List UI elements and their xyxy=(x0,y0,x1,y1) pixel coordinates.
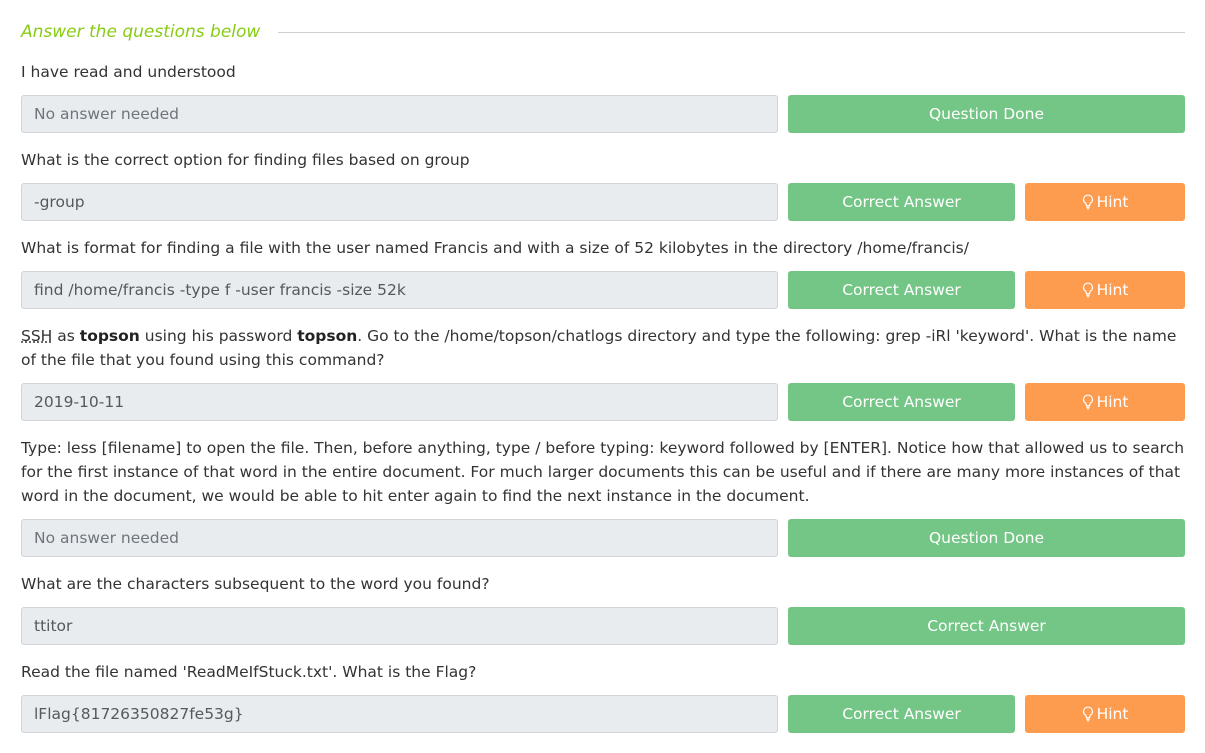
username-bold: topson xyxy=(79,327,140,345)
question-2-hint-label: Hint xyxy=(1096,193,1129,211)
question-7-answer-field[interactable]: lFlag{81726350827fe53g} xyxy=(21,695,778,733)
question-7-correct-answer-button[interactable]: Correct Answer xyxy=(788,695,1015,733)
question-3-correct-answer-button[interactable]: Correct Answer xyxy=(788,271,1015,309)
question-6-answer-field[interactable]: ttitor xyxy=(21,607,778,645)
question-7-hint-button[interactable]: Hint xyxy=(1025,695,1185,733)
question-4-hint-label: Hint xyxy=(1096,393,1129,411)
lightbulb-icon xyxy=(1082,194,1094,210)
password-bold: topson xyxy=(297,327,358,345)
questions-header: Answer the questions below xyxy=(21,20,1185,44)
question-4-answer-field[interactable]: 2019-10-11 xyxy=(21,383,778,421)
question-5-answer-field[interactable]: No answer needed xyxy=(21,519,778,557)
question-5-text: Type: less [filename] to open the file. … xyxy=(21,439,1185,505)
question-2-hint-button[interactable]: Hint xyxy=(1025,183,1185,221)
question-6-text: What are the characters subsequent to th… xyxy=(21,575,490,593)
question-4-text: SSH as topson using his password topson.… xyxy=(21,327,1177,369)
lightbulb-icon xyxy=(1082,706,1094,722)
question-1-answer-field[interactable]: No answer needed xyxy=(21,95,778,133)
question-6-correct-answer-button[interactable]: Correct Answer xyxy=(788,607,1185,645)
questions-header-title: Answer the questions below xyxy=(21,22,261,42)
question-7-hint-label: Hint xyxy=(1096,705,1129,723)
question-4-hint-button[interactable]: Hint xyxy=(1025,383,1185,421)
question-1-text: I have read and understood xyxy=(21,63,236,81)
question-7-text: Read the file named 'ReadMeIfStuck.txt'.… xyxy=(21,663,477,681)
question-2-text: What is the correct option for finding f… xyxy=(21,151,470,169)
lightbulb-icon xyxy=(1082,394,1094,410)
question-3-text: What is format for finding a file with t… xyxy=(21,239,969,257)
question-2-correct-answer-button[interactable]: Correct Answer xyxy=(788,183,1015,221)
question-3-answer-field[interactable]: find /home/francis -type f -user francis… xyxy=(21,271,778,309)
lightbulb-icon xyxy=(1082,282,1094,298)
ssh-abbreviation: SSH xyxy=(21,327,53,345)
question-2-answer-field[interactable]: -group xyxy=(21,183,778,221)
question-4-correct-answer-button[interactable]: Correct Answer xyxy=(788,383,1015,421)
question-3-hint-label: Hint xyxy=(1096,281,1129,299)
header-divider xyxy=(278,31,1185,33)
question-5-done-button[interactable]: Question Done xyxy=(788,519,1185,557)
question-1-done-button[interactable]: Question Done xyxy=(788,95,1185,133)
question-3-hint-button[interactable]: Hint xyxy=(1025,271,1185,309)
